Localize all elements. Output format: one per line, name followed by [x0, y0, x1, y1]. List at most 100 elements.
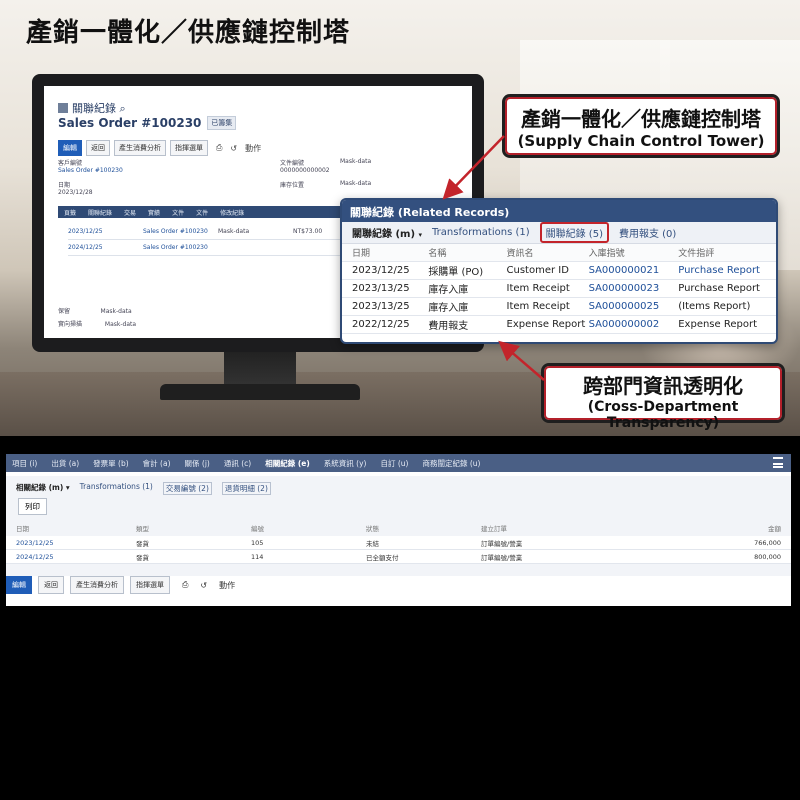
column-header[interactable]: 入庫指號 [589, 246, 679, 259]
row-date: 2024/12/25 [68, 244, 103, 251]
tab-transactions[interactable]: 交易編號 (2) [162, 482, 212, 495]
banner-title: 產銷一體化／供應鏈控制塔 [26, 18, 351, 48]
nav-item[interactable]: 項目 (i) [12, 458, 37, 469]
column-header[interactable]: 編號 [251, 523, 366, 533]
field-value[interactable]: Sales Order #100230 [58, 167, 123, 174]
nav-item[interactable]: 自訂 (u) [380, 458, 408, 469]
cell-type: 發貨 [136, 553, 149, 562]
callout-control-tower: 產銷一體化／供應鏈控制塔 (Supply Chain Control Tower… [502, 94, 780, 158]
edit-button[interactable]: 編輯 [58, 140, 82, 156]
cell-info: Customer ID [506, 265, 569, 276]
cell-type: 發貨 [136, 539, 149, 548]
column-header[interactable]: 名稱 [428, 246, 506, 259]
search-icon[interactable]: ⌕ [120, 102, 126, 115]
tab-related-records[interactable]: 相關紀錄 (m) ▾ [16, 482, 70, 495]
column-header[interactable]: 金額 [681, 523, 781, 533]
nav-item[interactable]: 會計 (a) [143, 458, 171, 469]
nav-item[interactable]: 通訊 (c) [224, 458, 251, 469]
hamburger-menu-icon[interactable] [773, 457, 783, 468]
tab-transformations[interactable]: Transformations (1) [432, 227, 530, 238]
row-sub [218, 244, 293, 251]
subpanel-tabs: 相關紀錄 (m) ▾ Transformations (1) 交易編號 (2) … [6, 476, 791, 495]
screen-tab[interactable]: 文件 [172, 208, 184, 217]
print-icon[interactable]: ⎙ [216, 143, 222, 153]
field-label: 客戶編號 [58, 160, 83, 167]
cell-date-link[interactable]: 2024/12/25 [16, 553, 136, 561]
cell-ref-link[interactable]: SA000000025 [589, 301, 679, 312]
tab-transformations[interactable]: Transformations (1) [80, 482, 153, 495]
cell-ref-link[interactable]: SA000000021 [589, 265, 679, 276]
cell-name: 庫存入庫 [428, 285, 469, 296]
column-header[interactable]: 狀態 [366, 523, 481, 533]
column-header[interactable]: 建立訂單 [481, 523, 681, 533]
undo-icon[interactable]: ↺ [200, 581, 207, 590]
cell-doc-link[interactable]: Purchase Report [678, 265, 766, 276]
table-row[interactable]: 2024/12/25 Sales Order #100230 [68, 240, 368, 256]
print-icon[interactable]: ⎙ [182, 580, 188, 590]
field-value: Mask-data [340, 158, 372, 165]
menu-button[interactable]: 指揮選單 [130, 576, 170, 594]
footer-row: 保留 Mask-data [58, 306, 136, 315]
column-header[interactable]: 日期 [352, 246, 428, 259]
cell-ref-link[interactable]: SA000000023 [589, 283, 679, 294]
row-ref[interactable]: Sales Order #100230 [143, 244, 218, 251]
screen-tab[interactable]: 文件 [196, 208, 208, 217]
subtab-nav: 項目 (i) 出貨 (a) 發票單 (b) 會計 (a) 關係 (j) 通訊 (… [6, 454, 791, 472]
cell-ref-link[interactable]: SA000000002 [589, 319, 679, 330]
panel-tabs: 關聯紀錄 (m) ▾ Transformations (1) 關聯紀錄 (5) … [342, 222, 776, 244]
column-header[interactable]: 類型 [136, 523, 251, 533]
tab-related-records-highlighted[interactable]: 關聯紀錄 (5) [539, 222, 609, 243]
record-icon [58, 103, 68, 113]
nav-item[interactable]: 發票單 (b) [93, 458, 129, 469]
footer-value: Mask-data [104, 321, 137, 328]
tab-returns[interactable]: 退貨明細 (2) [221, 482, 271, 495]
table-row[interactable]: 2022/12/25 費用報支 Expense Report SA0000000… [342, 316, 776, 334]
screen-tab[interactable]: 頁籤 [64, 208, 76, 217]
tab-label: 相關紀錄 (m) [16, 483, 64, 492]
actions-label[interactable]: 動作 [245, 143, 261, 154]
row-sub: Mask-data [218, 228, 250, 235]
nav-item-active[interactable]: 相關紀錄 (e) [265, 458, 310, 469]
cell-date-link[interactable]: 2023/12/25 [16, 539, 136, 547]
tab-expense-reports[interactable]: 費用報支 (0) [619, 225, 676, 240]
table-row[interactable]: 2023/13/25 庫存入庫 Item Receipt SA000000025… [342, 298, 776, 316]
footer-row: 實向掃描 Mask-data [58, 319, 136, 328]
edit-button[interactable]: 編輯 [6, 576, 32, 594]
column-header[interactable]: 文件指評 [678, 246, 766, 259]
table-row[interactable]: 2023/12/25 發貨 105 未結 訂單編號/營業 766,000 [6, 536, 791, 550]
nav-item[interactable]: 出貨 (a) [51, 458, 79, 469]
cell-status: 未結 [366, 539, 379, 548]
column-header[interactable]: 日期 [16, 523, 136, 533]
actions-label[interactable]: 動作 [219, 580, 235, 591]
row-ref[interactable]: Sales Order #100230 [143, 228, 218, 235]
print-button[interactable]: 列印 [18, 498, 47, 515]
app-strip: 項目 (i) 出貨 (a) 發票單 (b) 會計 (a) 關係 (j) 通訊 (… [6, 454, 791, 606]
screen-tab[interactable]: 關聯紀錄 [88, 208, 112, 217]
cell-order: 訂單編號/營業 [481, 553, 523, 562]
analysis-button[interactable]: 產生消費分析 [70, 576, 124, 594]
cell-name: 採購單 (PO) [428, 267, 484, 278]
back-button[interactable]: 返回 [86, 140, 110, 156]
undo-icon[interactable]: ↺ [230, 144, 237, 153]
field-value: Mask-data [340, 180, 372, 187]
screen-tab[interactable]: 實績 [148, 208, 160, 217]
nav-item[interactable]: 系統資訊 (y) [324, 458, 367, 469]
nav-item[interactable]: 商務闡定紀錄 (u) [422, 458, 480, 469]
tab-related-records[interactable]: 關聯紀錄 (m) ▾ [352, 225, 422, 240]
screen-tab[interactable]: 修改紀錄 [220, 208, 244, 217]
column-header[interactable]: 資訊名 [507, 246, 589, 259]
analysis-button[interactable]: 產生消費分析 [114, 140, 166, 156]
cell-name: 費用報支 [428, 321, 469, 332]
screen-footer: 保留 Mask-data 實向掃描 Mask-data [58, 306, 136, 328]
record-title: Sales Order #100230 已籌集 [58, 116, 237, 130]
table-row[interactable]: 2024/12/25 發貨 114 已全額支付 訂單編號/營業 800,000 [6, 550, 791, 564]
cell-doc: (Items Report) [678, 301, 751, 312]
table-row[interactable]: 2023/12/25 Sales Order #100230 Mask-data… [68, 224, 368, 240]
back-button[interactable]: 返回 [38, 576, 64, 594]
menu-button[interactable]: 指揮選單 [170, 140, 208, 156]
table-row[interactable]: 2023/12/25 採購單 (PO) Customer ID SA000000… [342, 262, 776, 280]
nav-item[interactable]: 關係 (j) [185, 458, 210, 469]
table-row[interactable]: 2023/13/25 庫存入庫 Item Receipt SA000000023… [342, 280, 776, 298]
screen-tab[interactable]: 交易 [124, 208, 136, 217]
cell-info: Expense Report [506, 319, 586, 330]
